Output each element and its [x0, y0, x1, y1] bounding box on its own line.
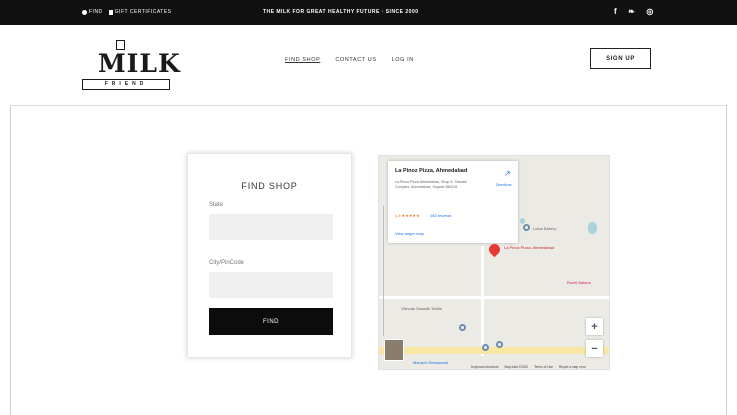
- keyboard-shortcuts-link[interactable]: Keyboard shortcuts: [471, 365, 498, 369]
- topbar-gift-label: GIFT CERTIFICATES: [114, 9, 172, 15]
- terms-of-use-link[interactable]: Terms of Use: [534, 365, 553, 369]
- nav-log-in[interactable]: LOG IN: [392, 57, 414, 63]
- place-name: La Pinoz Pizza, Ahmedabad: [395, 168, 468, 174]
- city-pincode-input[interactable]: [209, 272, 333, 298]
- poi-pin-icon[interactable]: [523, 224, 530, 231]
- map-attribution: Keyboard shortcuts Map data ©2020 Terms …: [471, 365, 586, 369]
- top-announcement-bar: FIND GIFT CERTIFICATES THE MILK FOR GREA…: [0, 0, 737, 25]
- site-logo[interactable]: MILK FRIEND: [82, 40, 180, 95]
- facebook-icon[interactable]: f: [614, 7, 617, 16]
- instagram-icon[interactable]: ◎: [646, 7, 653, 16]
- location-pin-label: La Pinoz Pizza, Ahmedabad: [504, 245, 555, 250]
- poi-pin-icon[interactable]: [459, 324, 466, 331]
- poi-label: Vishvas Swastik Textile: [401, 306, 443, 311]
- logo-wordmark: MILK: [98, 49, 181, 78]
- map-road: [481, 246, 484, 356]
- find-shop-card: FIND SHOP State City/PinCode FIND: [187, 153, 352, 358]
- twitter-icon[interactable]: ❧: [628, 7, 635, 16]
- map-data-label: Map data ©2020: [504, 365, 529, 369]
- find-shop-title: FIND SHOP: [241, 181, 298, 191]
- state-input[interactable]: [209, 214, 333, 240]
- topbar-tagline: THE MILK FOR GREAT HEALTHY FUTURE · SINC…: [263, 9, 419, 15]
- poi-label: Ruchi Bakers: [567, 280, 591, 285]
- map-route-line: [383, 206, 384, 336]
- topbar-left-links: FIND GIFT CERTIFICATES: [82, 9, 172, 15]
- nav-contact-us[interactable]: CONTACT US: [335, 57, 376, 63]
- place-rating: 4.4 ★★★★★: [395, 213, 420, 218]
- place-address: La Pinoz Pizza Ahmedabad, Shop 8, Shival…: [395, 180, 467, 189]
- logo-banner: FRIEND: [82, 79, 170, 90]
- directions-icon[interactable]: ↗: [504, 169, 511, 178]
- poi-pin-icon[interactable]: [496, 341, 503, 348]
- directions-label[interactable]: Directions: [496, 183, 512, 187]
- location-pin-icon[interactable]: [486, 241, 503, 258]
- nav-find-shop[interactable]: FIND SHOP: [285, 57, 320, 63]
- topbar-gift-link[interactable]: GIFT CERTIFICATES: [108, 9, 172, 15]
- map-water: [520, 218, 525, 224]
- city-pincode-label: City/PinCode: [209, 260, 245, 266]
- poi-pin-icon[interactable]: [482, 344, 489, 351]
- find-button[interactable]: FIND: [209, 308, 333, 335]
- map-water: [588, 222, 597, 234]
- state-label: State: [209, 202, 224, 208]
- gift-certificate-icon: [108, 9, 113, 15]
- zoom-out-button[interactable]: −: [586, 340, 603, 357]
- social-links: f ❧ ◎: [614, 7, 654, 16]
- report-error-link[interactable]: Report a map error: [559, 365, 586, 369]
- topbar-find-link[interactable]: FIND: [82, 9, 103, 15]
- topbar-find-label: FIND: [89, 9, 103, 15]
- map-road: [379, 296, 609, 299]
- place-reviews-link[interactable]: 183 reviews: [430, 213, 451, 218]
- street-view-thumbnail[interactable]: [384, 339, 404, 361]
- zoom-in-button[interactable]: +: [586, 318, 603, 335]
- poi-label: Lotus Bakery: [533, 226, 557, 231]
- site-header: MILK FRIEND FIND SHOP CONTACT US LOG IN …: [10, 25, 727, 106]
- place-info-card: La Pinoz Pizza, Ahmedabad La Pinoz Pizza…: [388, 161, 518, 243]
- view-larger-map-link[interactable]: View larger map: [395, 231, 424, 236]
- map-highway: [379, 347, 609, 354]
- main-nav: FIND SHOP CONTACT US LOG IN: [285, 57, 414, 63]
- map-embed[interactable]: La Pinoz Pizza, Ahmedabad La Pinoz Pizza…: [378, 155, 610, 370]
- map-pin-icon: [82, 9, 87, 15]
- sign-up-button[interactable]: SIGN UP: [590, 48, 651, 69]
- poi-label: Mahavir Restaurant: [413, 360, 448, 365]
